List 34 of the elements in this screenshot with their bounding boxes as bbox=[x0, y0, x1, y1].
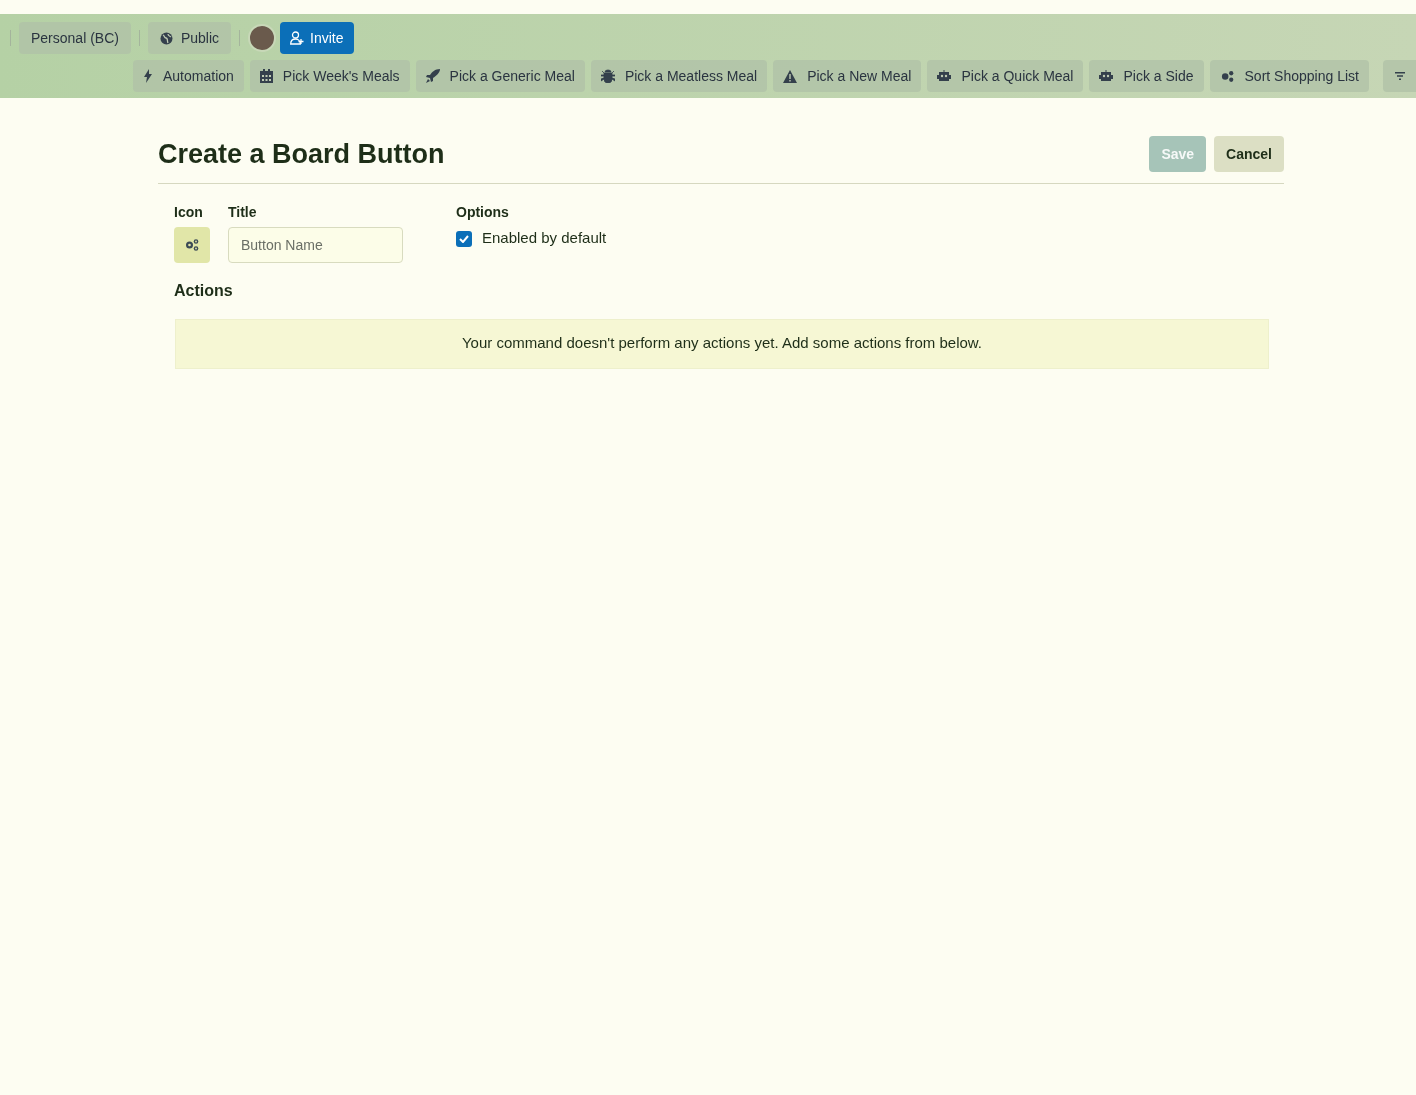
board-button[interactable]: Pick a New Meal bbox=[773, 60, 922, 92]
robot-icon bbox=[937, 70, 952, 82]
section-heading: Actions bbox=[174, 281, 233, 299]
field-label: Title bbox=[228, 202, 258, 222]
rocket-icon bbox=[425, 69, 440, 83]
board-button[interactable]: Pick a Side bbox=[1089, 60, 1204, 92]
calendar-icon bbox=[259, 69, 273, 83]
bug-icon bbox=[600, 69, 615, 83]
field-label: Icon bbox=[174, 202, 204, 222]
lightning-icon bbox=[143, 69, 153, 83]
robot-icon bbox=[1099, 70, 1114, 82]
globe-icon bbox=[159, 31, 173, 45]
page-title: Create a Board Button bbox=[158, 138, 445, 171]
more-button[interactable] bbox=[1382, 60, 1416, 92]
board-button[interactable]: Sort Shopping List bbox=[1209, 60, 1369, 92]
checkbox[interactable] bbox=[456, 230, 472, 247]
field-label: Options bbox=[456, 202, 510, 222]
cancel-button[interactable]: Cancel bbox=[1214, 136, 1284, 173]
check-icon bbox=[459, 234, 469, 243]
title-input[interactable]: Button Name bbox=[228, 226, 403, 263]
board-button[interactable]: Pick Week's Meals bbox=[249, 60, 410, 92]
invite-button[interactable]: Invite bbox=[280, 22, 354, 54]
filter-icon bbox=[1394, 72, 1405, 80]
add-user-icon bbox=[290, 31, 305, 45]
board-button[interactable]: Pick a Quick Meal bbox=[927, 60, 1084, 92]
board-button[interactable]: Pick a Generic Meal bbox=[415, 60, 585, 92]
board-chip[interactable]: Public bbox=[147, 22, 232, 54]
avatar[interactable] bbox=[248, 24, 277, 52]
warning-icon bbox=[783, 69, 798, 83]
board-button[interactable]: Automation bbox=[133, 60, 244, 92]
empty-actions-message: Your command doesn't perform any actions yet. Add some actions from below. bbox=[461, 333, 983, 354]
checkbox-label: Enabled by default bbox=[482, 228, 607, 249]
board-button[interactable]: Pick a Meatless Meal bbox=[590, 60, 768, 92]
board-chip[interactable]: Personal (BC) bbox=[19, 22, 131, 54]
